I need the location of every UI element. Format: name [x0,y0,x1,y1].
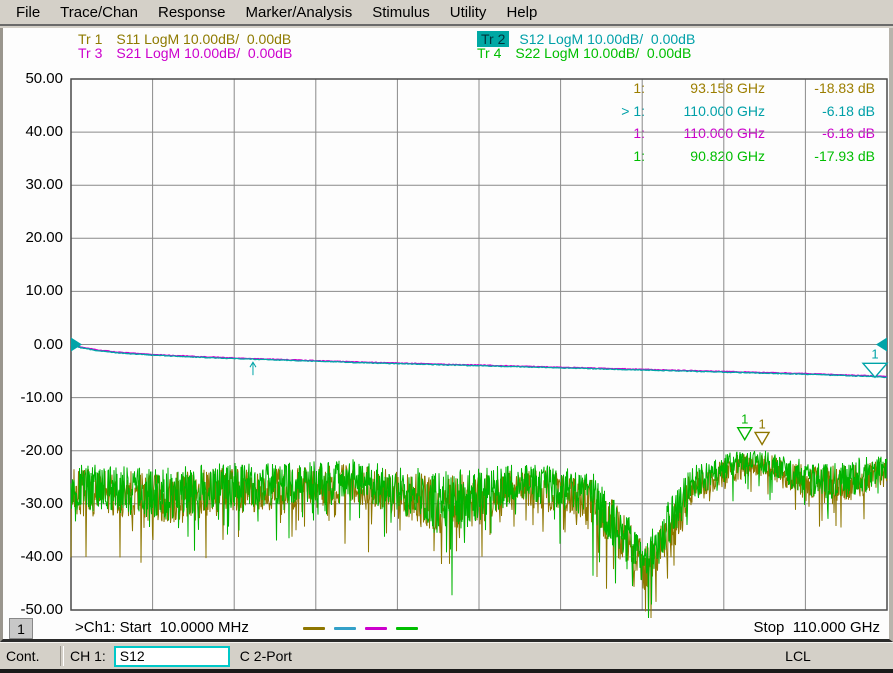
y-tick-label: 10.00 [5,282,63,299]
y-tick-label: -20.00 [5,442,63,459]
y-tick-label: -30.00 [5,495,63,512]
trace-color-key [303,627,418,630]
menu-file[interactable]: File [6,2,50,23]
y-tick-label: 20.00 [5,229,63,246]
menu-help[interactable]: Help [496,2,547,23]
trace-4-text: S22 LogM 10.00dB/ 0.00dB [515,45,691,61]
svg-text:1: 1 [758,416,765,431]
sweep-mode-panel: Cont. [0,646,60,666]
y-tick-label: 40.00 [5,123,63,140]
y-tick-label: -50.00 [5,601,63,618]
measurement-field[interactable]: S12 [114,646,230,667]
y-tick-label: 0.00 [5,336,63,353]
trace-4-id: Tr 4 [477,45,501,61]
marker-readout-tr2: > 1:110.000 GHz-6.18 dB [573,104,875,119]
menu-response[interactable]: Response [148,2,236,23]
status-bar: Cont. CH 1: S12 C 2-Port LCL [0,642,893,669]
menu-marker-analysis[interactable]: Marker/Analysis [236,2,363,23]
legend-trace-4[interactable]: Tr 4 S22 LogM 10.00dB/ 0.00dB [477,45,691,61]
trace-3-dash-icon [365,627,387,630]
legend-trace-3[interactable]: Tr 3 S21 LogM 10.00dB/ 0.00dB [78,45,292,61]
marker-readout-tr4: 1:90.820 GHz-17.93 dB [573,149,875,164]
remote-panel: LCL [703,646,893,666]
channel-label: CH 1: [70,648,106,664]
channel-panel: CH 1: S12 C 2-Port [64,646,298,666]
stimulus-row: 1 >Ch1: Start 10.0000 MHz Stop 110.000 G… [3,618,889,640]
menu-stimulus[interactable]: Stimulus [362,2,440,23]
marker-readout-tr1: 1:93.158 GHz-18.83 dB [573,81,875,96]
start-frequency-label: >Ch1: Start 10.0000 MHz [75,619,249,636]
trace-3-text: S21 LogM 10.00dB/ 0.00dB [116,45,292,61]
svg-text:1: 1 [871,346,878,361]
trace-3-id: Tr 3 [78,45,102,61]
y-tick-label: 30.00 [5,176,63,193]
sweep-mode-label: Cont. [6,648,39,664]
menu-bar: File Trace/Chan Response Marker/Analysis… [0,0,893,26]
channel-1-badge[interactable]: 1 [9,618,33,639]
y-tick-label: 50.00 [5,70,63,87]
trace-4-dash-icon [396,627,418,630]
marker-readout-tr3: 1:110.000 GHz-6.18 dB [573,126,875,141]
stop-frequency-label: Stop 110.000 GHz [754,619,880,636]
remote-status-label: LCL [785,648,811,664]
y-tick-label: -10.00 [5,389,63,406]
trace-2-dash-icon [334,627,356,630]
analyzer-screen: Tr 1S11 LogM 10.00dB/ 0.00dB Tr 2S12 Log… [0,28,893,642]
cal-status-label: C 2-Port [240,648,292,664]
window-bottom-edge [0,669,893,673]
svg-text:1: 1 [741,412,748,427]
trace-1-dash-icon [303,627,325,630]
marker-readout-table: 1:93.158 GHz-18.83 dB > 1:110.000 GHz-6.… [573,81,875,171]
menu-trace-chan[interactable]: Trace/Chan [50,2,148,23]
menu-utility[interactable]: Utility [440,2,497,23]
y-tick-label: -40.00 [5,548,63,565]
